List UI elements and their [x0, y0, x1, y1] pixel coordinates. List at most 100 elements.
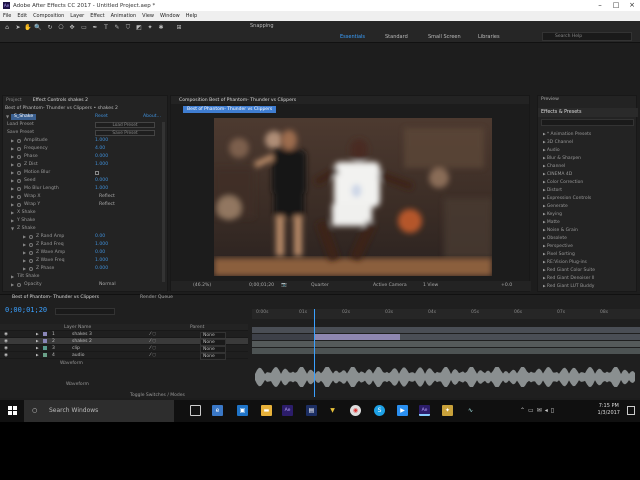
app-icon-wave[interactable]: ∿: [465, 405, 476, 416]
expand-icon[interactable]: ▶: [11, 209, 14, 217]
effect-category-item[interactable]: ▶ Noise & Grain: [543, 228, 578, 233]
menu-layer[interactable]: Layer: [70, 13, 84, 19]
menu-window[interactable]: Window: [160, 13, 180, 19]
search-help-input[interactable]: Search Help: [542, 32, 632, 41]
stopwatch-icon[interactable]: [17, 171, 21, 175]
label-color-swatch[interactable]: [43, 346, 47, 350]
param-row-tilt-shake[interactable]: ▶ Tilt Shake: [3, 273, 167, 281]
app-icon-gold[interactable]: ✦: [442, 405, 453, 416]
param-value[interactable]: Reflect: [99, 193, 115, 201]
edge-icon[interactable]: e: [212, 405, 223, 416]
stopwatch-icon[interactable]: [17, 163, 21, 167]
stopwatch-icon[interactable]: [17, 147, 21, 151]
effect-category-item[interactable]: ▶ Obsolete: [543, 236, 567, 241]
param-value[interactable]: 1.000: [95, 161, 108, 169]
track-bar-2b[interactable]: [400, 334, 640, 340]
param-row-z-rand-freq[interactable]: ▶ Z Rand Freq 1.000: [3, 241, 167, 249]
camera-tool-icon[interactable]: ⎔: [57, 24, 65, 32]
parent-dropdown[interactable]: None: [200, 353, 226, 360]
store-icon[interactable]: ▣: [237, 405, 248, 416]
stopwatch-icon[interactable]: [17, 139, 21, 143]
app-icon-v[interactable]: ▼: [327, 405, 338, 416]
minimize-icon[interactable]: –: [592, 0, 608, 11]
expand-icon[interactable]: ▶: [23, 241, 26, 249]
snapping-label[interactable]: Snapping: [250, 23, 274, 29]
expand-icon[interactable]: ▶: [23, 249, 26, 257]
param-row-wrap-y[interactable]: ▶ Wrap Y Reflect: [3, 201, 167, 209]
selection-tool-icon[interactable]: ➤: [14, 24, 22, 32]
expand-icon[interactable]: ▶: [11, 201, 14, 209]
layer-switches-icon[interactable]: ⁄ ◌: [150, 352, 156, 359]
effect-category-item[interactable]: ▶ Audio: [543, 148, 560, 153]
effect-category-item[interactable]: ▶ Pixel Sorting: [543, 252, 575, 257]
current-time-indicator[interactable]: [314, 309, 315, 397]
time-ruler[interactable]: 0:00s01s02s03s04s05s06s07s08s09s: [252, 309, 640, 319]
align-icon[interactable]: ⊞: [175, 24, 183, 32]
param-row-wrap-x[interactable]: ▶ Wrap X Reflect: [3, 193, 167, 201]
effect-category-item[interactable]: ▶ Expression Controls: [543, 196, 591, 201]
home-icon[interactable]: ⌂: [3, 24, 11, 32]
layer-name[interactable]: shakes 2: [72, 338, 92, 345]
scrollbar[interactable]: [162, 122, 165, 282]
effect-category-item[interactable]: ▶ CINEMA 4D: [543, 172, 572, 177]
file-explorer-icon[interactable]: ▬: [261, 405, 272, 416]
param-value[interactable]: 0.00: [95, 249, 105, 257]
stopwatch-icon[interactable]: [29, 251, 33, 255]
param-value[interactable]: 1.000: [95, 241, 108, 249]
param-row-seed[interactable]: ▶ Seed 0.000: [3, 177, 167, 185]
layer-name[interactable]: audio: [72, 352, 84, 359]
expand-icon[interactable]: ▶: [36, 338, 39, 345]
param-row-z-wave-freq[interactable]: ▶ Z Wave Freq 1.000: [3, 257, 167, 265]
param-value[interactable]: 0.000: [95, 153, 108, 161]
layer-row[interactable]: ◉ ▶ 1 shakes 3 ⁄ ◌ None: [0, 331, 248, 339]
expand-icon[interactable]: ▶: [11, 177, 14, 185]
puppet-tool-icon[interactable]: ✱: [157, 24, 165, 32]
param-row-z-rand-amp[interactable]: ▶ Z Rand Amp 0.00: [3, 233, 167, 241]
track-bar-1[interactable]: [252, 327, 640, 333]
effect-reset-link[interactable]: Reset: [95, 113, 108, 121]
view-layout-dropdown[interactable]: 1 View: [423, 283, 438, 288]
effect-category-item[interactable]: ▶ Generate: [543, 204, 568, 209]
stopwatch-icon[interactable]: [17, 283, 21, 287]
track-bar-3[interactable]: [252, 341, 640, 347]
start-button[interactable]: [0, 400, 24, 422]
roto-tool-icon[interactable]: ✦: [146, 24, 154, 32]
motion-blur-checkbox[interactable]: [95, 171, 99, 175]
tab-effects-presets[interactable]: Effects & Presets: [538, 108, 638, 117]
param-row-phase[interactable]: ▶ Phase 0.000: [3, 153, 167, 161]
effect-category-item[interactable]: ▶ Red Giant LUT Buddy: [543, 284, 594, 289]
layer-name[interactable]: clip: [72, 345, 80, 352]
stopwatch-icon[interactable]: [17, 195, 21, 199]
composition-viewer[interactable]: 0: [214, 118, 492, 276]
effect-category-item[interactable]: ▶ Keying: [543, 212, 562, 217]
snapshot-icon[interactable]: 📷: [281, 283, 287, 288]
timeline-search-input[interactable]: [55, 308, 115, 315]
visibility-eye-icon[interactable]: ◉: [4, 345, 8, 352]
param-value[interactable]: Normal: [99, 281, 116, 289]
param-value[interactable]: 1.000: [95, 257, 108, 265]
skype-icon[interactable]: S: [374, 405, 385, 416]
effect-category-item[interactable]: ▶ Channel: [543, 164, 565, 169]
param-row-load-preset[interactable]: Load Preset Load Preset: [3, 121, 167, 129]
stopwatch-icon[interactable]: [17, 179, 21, 183]
param-value[interactable]: 1.000: [95, 137, 108, 145]
resolution-dropdown[interactable]: Quarter: [311, 283, 329, 288]
expand-icon[interactable]: ▶: [11, 145, 14, 153]
param-value[interactable]: 1.000: [95, 185, 108, 193]
workspace-essentials[interactable]: Essentials: [340, 34, 365, 40]
composition-subtab[interactable]: Best of Phantom- Thunder vs Clippers: [183, 106, 277, 113]
effect-category-item[interactable]: ▶ 3D Channel: [543, 140, 573, 145]
tab-timeline-comp[interactable]: Best of Phantom- Thunder vs Clippers: [12, 295, 99, 300]
param-value[interactable]: 4.00: [95, 145, 105, 153]
stamp-tool-icon[interactable]: ⛉: [124, 24, 132, 32]
exposure-value[interactable]: +0.0: [501, 283, 512, 288]
layer-row[interactable]: ◉ ▶ 3 clip ⁄ ◌ None: [0, 345, 248, 353]
system-tray-icons[interactable]: ⌃▭✉◂▯: [520, 407, 557, 414]
param-row-z-phase[interactable]: ▶ Z Phase 0.000: [3, 265, 167, 273]
menu-view[interactable]: View: [142, 13, 154, 19]
effect-category-item[interactable]: ▶ RE:Vision Plug-ins: [543, 260, 587, 265]
camera-dropdown[interactable]: Active Camera: [373, 283, 407, 288]
param-row-opacity[interactable]: ▶ Opacity Normal: [3, 281, 167, 289]
windows-search-box[interactable]: ○ Search Windows: [24, 400, 174, 422]
expand-icon[interactable]: ▶: [11, 169, 14, 177]
